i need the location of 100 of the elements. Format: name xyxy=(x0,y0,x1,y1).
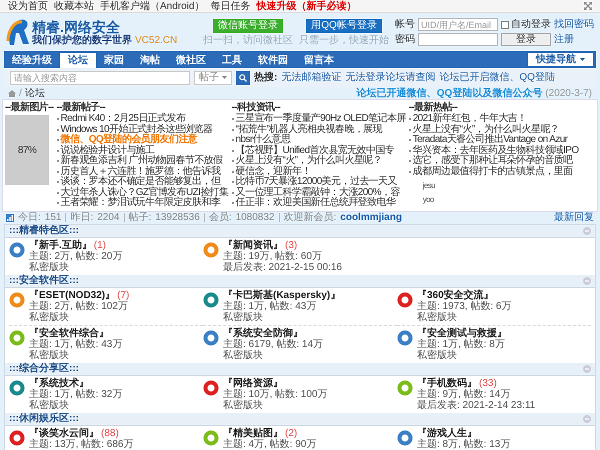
hot-search-link[interactable]: 论坛已开启微信、QQ登陆 xyxy=(439,72,555,83)
forgot-password-link[interactable]: 找回密码 xyxy=(554,19,594,30)
collapse-icon[interactable] xyxy=(583,414,591,422)
forum-info: 主题: 8万, 帖数: 13万 xyxy=(417,438,510,450)
news-link[interactable]: 火星上没有“火”，为什么叫火星呢？ xyxy=(412,124,560,135)
forum-icon xyxy=(203,242,219,258)
hot-search-link[interactable]: 无法登录论坛请查阅 xyxy=(345,72,436,83)
news-link[interactable]: 任正非：欢迎美国新任总统拜登致电华 xyxy=(236,198,396,208)
news-link[interactable]: 说说检验井设计与施工 xyxy=(60,146,155,156)
nav-tab[interactable]: 淘帖 xyxy=(132,53,168,68)
news-link[interactable]: 三星宣布一季度量产90Hz OLED笔记本屏 xyxy=(236,114,406,124)
forum-name[interactable]: 『卡巴斯基(Kaspersky)』 xyxy=(223,290,340,300)
hot-search-link[interactable]: 无法邮箱验证 xyxy=(281,72,342,83)
news-link[interactable]: 硬信念，迎新年！ xyxy=(236,166,311,177)
qq-login-button[interactable]: 用QQ帐号登录 xyxy=(306,18,382,32)
forum-info: 私密版块 xyxy=(223,400,264,410)
forum-name[interactable]: 『精美贴图』 xyxy=(223,428,283,438)
forum-name[interactable]: 『安全测试与救援』 xyxy=(417,328,507,338)
password-field[interactable] xyxy=(418,33,498,46)
stat-value: 1080832 xyxy=(236,212,274,223)
news-link[interactable]: yoo xyxy=(408,194,579,205)
nav-tab[interactable]: 工具 xyxy=(214,53,250,68)
forum-name[interactable]: 『谈笑水云间』 xyxy=(29,428,99,438)
top-link[interactable]: 收藏本站 xyxy=(54,0,94,12)
forum-name[interactable]: 『网络资源』 xyxy=(223,378,283,388)
news-link[interactable]: Windows 10开始正式封杀这些浏览器 xyxy=(60,124,212,135)
nav-tab[interactable]: 论坛 xyxy=(60,53,96,68)
news-link[interactable]: 火星上没有“火”，为什么叫火星呢？ xyxy=(236,156,382,166)
forum-name[interactable]: 『系统技术』 xyxy=(29,378,89,388)
nav-tab[interactable]: 留言本 xyxy=(296,53,342,68)
news-link[interactable]: 历史首人＋六连胜！施罗德：他告诉我 xyxy=(60,166,220,177)
forum-info: 主题: 6179, 帖数: 14万 xyxy=(223,338,324,350)
section-header[interactable]: :::综合分享区::: xyxy=(5,362,595,376)
search-button[interactable] xyxy=(236,70,250,84)
nav-tab[interactable]: 经验升级 xyxy=(4,53,60,68)
nav-tab[interactable]: 家园 xyxy=(96,53,132,68)
bullet-icon xyxy=(56,170,59,173)
news-link[interactable]: 选它，感受下那种让耳朵怀孕的音质吧 xyxy=(412,156,572,166)
forum-name[interactable]: 『游戏人生』 xyxy=(417,428,477,438)
account-field[interactable]: UID/用户名/Email xyxy=(418,18,498,31)
forum-name[interactable]: 『360安全交流』 xyxy=(417,290,494,300)
nav-tab[interactable]: 软件园 xyxy=(250,53,296,68)
collapse-icon[interactable] xyxy=(583,364,591,372)
bullet-icon xyxy=(56,118,59,120)
news-link[interactable]: jesu xyxy=(408,180,579,191)
search-field[interactable]: 请输入搜索内容 xyxy=(10,70,190,84)
forum-info: 私密版块 xyxy=(223,312,264,322)
auto-login-checkbox[interactable] xyxy=(501,20,509,28)
forum-info: 私密版块 xyxy=(29,312,70,322)
logo-title: 精睿.网络安全 xyxy=(32,18,121,34)
collapse-icon[interactable] xyxy=(583,226,591,234)
login-button[interactable]: 登录 xyxy=(501,33,551,46)
news-link[interactable]: 华兴资本：去年医药及生物科技领域IPO xyxy=(412,146,579,156)
news-link[interactable]: 又一位理工科学霸敲钟：大涨200%，容 xyxy=(236,188,400,198)
forum-info: 最后发表: 2021-2-15 00:16 xyxy=(223,262,342,272)
news-link[interactable]: 2021新年红包，牛年大吉！ xyxy=(412,114,527,124)
news-link[interactable]: “拓荒牛”机器人亮相央视春晚，展现 xyxy=(236,124,382,135)
forum-name[interactable]: 『新手.互助』 xyxy=(29,240,92,250)
stat-value: 13928536 xyxy=(155,212,200,223)
news-link[interactable]: 谈谈：罗本还不确定是否能够复出，但 xyxy=(60,177,220,188)
home-icon[interactable] xyxy=(8,90,16,96)
top-link[interactable]: 手机客户端（Android） xyxy=(100,0,204,12)
section-header[interactable]: :::安全软件区::: xyxy=(5,274,595,288)
news-link[interactable]: 成都周边最值得打卡的古镇景点，里面 xyxy=(412,166,572,177)
news-link[interactable]: 大过年杀人诛心？GZ官博发布UZI捡打集 xyxy=(60,188,229,198)
forum-name[interactable]: 『系统安全防御』 xyxy=(223,328,303,338)
forum-info: 主题: 4万, 帖数: 90万 xyxy=(223,438,316,450)
news-link[interactable]: nbsr什么意思 xyxy=(236,135,290,146)
news-link[interactable]: Redmi K40：2月25日正式发布 xyxy=(60,114,186,124)
fullscreen-icon[interactable] xyxy=(584,2,592,10)
new-post-count: (33) xyxy=(479,378,497,388)
forum-icon xyxy=(9,430,25,446)
news-link[interactable]: 王者荣耀：梦泪试玩牛年限定皮肤和李 xyxy=(60,198,220,208)
auto-login-label: 自动登录 xyxy=(511,19,551,30)
news-link[interactable]: 新春观鱼添吉利 广州动物园春节不放假 xyxy=(60,156,223,166)
news-link[interactable]: 【芯视野】Unified首次县宽无效中国专 xyxy=(236,146,394,156)
breadcrumb-link[interactable]: 论坛 xyxy=(24,88,45,98)
news-link[interactable]: Teradata天睿公司推出Vantage on Azur xyxy=(412,135,568,146)
bullet-icon xyxy=(408,150,411,152)
latest-reply-link[interactable]: 最新回复 xyxy=(554,212,594,223)
top-link[interactable]: 快速升级（新手必读） xyxy=(256,0,356,12)
collapse-icon[interactable] xyxy=(583,276,591,284)
top-link[interactable]: 设为首页 xyxy=(8,0,48,12)
forum-name[interactable]: 『安全软件综合』 xyxy=(29,328,109,338)
forum-info: 私密版块 xyxy=(29,262,70,272)
top-link[interactable]: 每日任务 xyxy=(210,0,250,12)
section-header[interactable]: :::精睿特色区::: xyxy=(5,224,595,238)
stat-label: 会员: xyxy=(208,212,232,223)
bullet-icon xyxy=(232,150,234,152)
register-link[interactable]: 注册 xyxy=(554,34,594,45)
forum-name[interactable]: 『手机数码』 xyxy=(417,378,477,388)
nav-tab[interactable]: 微社区 xyxy=(168,53,214,68)
search-type-dropdown[interactable]: 帖子 xyxy=(194,70,232,84)
bullet-icon xyxy=(408,139,411,142)
forum-name[interactable]: 『新闻资讯』 xyxy=(223,240,283,250)
section-header[interactable]: :::休闲娱乐区::: xyxy=(5,412,595,426)
news-link[interactable]: 比特币7天暴涨12000美元，过去一天又 xyxy=(236,177,397,188)
forum-name[interactable]: 『ESET(NOD32)』 xyxy=(29,290,116,300)
forum-icon xyxy=(203,380,219,396)
quick-nav-button[interactable]: 快捷导航 xyxy=(528,53,593,66)
